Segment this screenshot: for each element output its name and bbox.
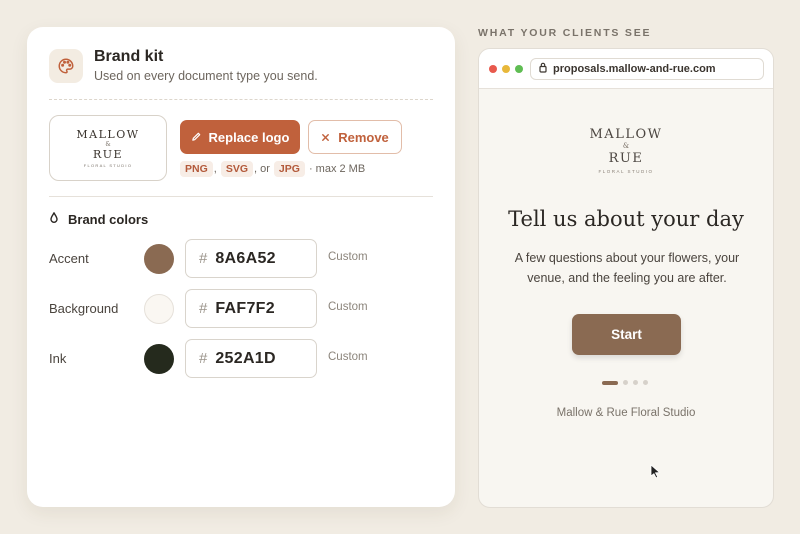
preview-heading: Tell us about your day	[508, 207, 744, 231]
logo-amp: &	[105, 141, 111, 148]
format-chip-jpg: JPG	[273, 161, 305, 177]
step-dot	[643, 380, 648, 385]
preview-body: A few questions about your flowers, your…	[514, 251, 740, 285]
ink-hex-input[interactable]: # 252A1D	[185, 339, 317, 378]
preview-logo: MALLOW & RUE FLORAL STUDIO	[589, 127, 663, 174]
logo-line2: RUE	[92, 148, 124, 161]
brand-kit-card: Brand kit Used on every document type yo…	[27, 27, 455, 507]
preview-caption: WHAT YOUR CLIENTS SEE	[478, 27, 652, 39]
url-text: proposals.mallow-and-rue.com	[553, 63, 716, 75]
color-mode: Custom	[328, 251, 368, 263]
accent-hex-input[interactable]: # 8A6A52	[185, 239, 317, 278]
color-label: Accent	[49, 251, 89, 266]
brand-kit-subtitle: Used on every document type you send.	[94, 69, 318, 83]
color-swatch[interactable]	[144, 294, 174, 324]
hex-value: 8A6A52	[215, 249, 276, 267]
replace-logo-label: Replace logo	[208, 129, 290, 145]
format-chip-png: PNG	[180, 161, 213, 177]
hex-value: FAF7F2	[215, 299, 275, 317]
logo-preview: MALLOW & RUE FLORAL STUDIO	[49, 115, 167, 181]
divider	[49, 99, 433, 100]
address-bar[interactable]: proposals.mallow-and-rue.com	[530, 58, 764, 80]
hex-value: 252A1D	[215, 349, 276, 367]
close-dot-icon	[489, 65, 497, 73]
replace-logo-button[interactable]: Replace logo	[180, 120, 300, 154]
droplet-icon	[49, 211, 59, 227]
background-hex-input[interactable]: # FAF7F2	[185, 289, 317, 328]
start-button[interactable]: Start	[572, 314, 681, 355]
remove-logo-button[interactable]: Remove	[308, 120, 402, 154]
minimize-dot-icon	[502, 65, 510, 73]
step-dot	[633, 380, 638, 385]
preview-footer: Mallow & Rue Floral Studio	[556, 407, 696, 419]
brand-kit-title: Brand kit	[94, 48, 164, 65]
client-preview-window: proposals.mallow-and-rue.com MALLOW & RU…	[478, 48, 774, 508]
remove-label: Remove	[338, 129, 389, 145]
lock-icon	[539, 62, 547, 76]
color-mode: Custom	[328, 301, 368, 313]
color-swatch[interactable]	[144, 244, 174, 274]
step-indicator	[602, 380, 648, 385]
step-dot-active	[602, 380, 618, 385]
accepted-formats: PNG , SVG , or JPG · max 2 MB	[180, 161, 365, 177]
pencil-icon	[191, 130, 202, 145]
step-dot	[623, 380, 628, 385]
file-size-note: · max 2 MB	[308, 163, 366, 175]
divider	[49, 196, 433, 197]
close-icon	[321, 130, 330, 145]
color-mode: Custom	[328, 351, 368, 363]
logo-tagline: FLORAL STUDIO	[83, 163, 133, 168]
color-label: Background	[49, 301, 119, 316]
brand-colors-heading: Brand colors	[49, 211, 148, 227]
color-label: Ink	[49, 351, 67, 366]
color-swatch[interactable]	[144, 344, 174, 374]
logo-line1: MALLOW	[76, 128, 140, 141]
maximize-dot-icon	[515, 65, 523, 73]
browser-chrome: proposals.mallow-and-rue.com	[479, 49, 773, 89]
format-chip-svg: SVG	[220, 161, 254, 177]
color-row-accent: Accent # 8A6A52 Custom	[49, 239, 439, 279]
color-row-background: Background # FAF7F2 Custom	[49, 289, 439, 329]
color-row-ink: Ink # 252A1D Custom	[49, 339, 439, 379]
cursor-icon	[650, 464, 661, 483]
palette-icon	[49, 49, 83, 83]
